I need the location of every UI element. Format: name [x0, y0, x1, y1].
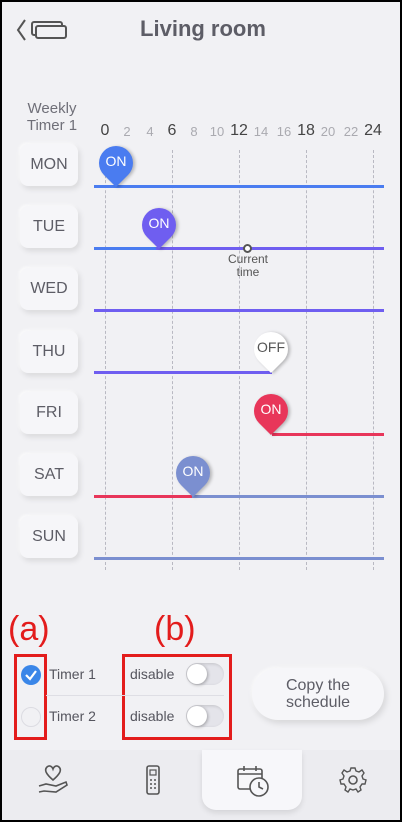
current-time-label: Current time: [218, 253, 278, 279]
timer1-checkbox[interactable]: [21, 665, 41, 685]
timeline-tue-b: [156, 247, 384, 250]
row-divider: [46, 695, 224, 696]
grid-line: [239, 150, 240, 570]
event-label: OFF: [257, 339, 285, 355]
copy-schedule-button[interactable]: Copy the schedule: [252, 668, 384, 720]
day-button-wed[interactable]: WED: [20, 268, 78, 310]
tab-settings[interactable]: [302, 750, 400, 810]
checkmark-icon: [25, 670, 37, 681]
copy-schedule-line1: Copy the: [285, 677, 351, 694]
event-label: ON: [260, 401, 282, 417]
tab-schedule[interactable]: [202, 750, 302, 810]
timeline-sat-b: [192, 495, 384, 498]
day-button-fri[interactable]: FRI: [20, 392, 78, 434]
remote-control-icon: [146, 765, 160, 795]
timer2-label: Timer 2: [49, 708, 96, 724]
timeline-thu: [94, 371, 272, 374]
current-time-label-line2: time: [236, 265, 260, 279]
timeline-tue-a: [94, 247, 156, 250]
timeline-sun: [94, 557, 384, 560]
page-title: Living room: [140, 16, 266, 41]
timeline-fri: [272, 433, 384, 436]
day-button-sun[interactable]: SUN: [20, 516, 78, 558]
timer1-toggle[interactable]: [186, 663, 224, 685]
grid-line: [373, 150, 374, 570]
day-button-mon[interactable]: MON: [20, 144, 78, 186]
hour-label: 24: [364, 122, 382, 139]
timer2-toggle[interactable]: [186, 705, 224, 727]
annotation-a: (a): [8, 610, 50, 648]
day-button-sat[interactable]: SAT: [20, 454, 78, 496]
day-button-thu[interactable]: THU: [20, 331, 78, 373]
timer2-checkbox[interactable]: [21, 707, 41, 727]
grid-line: [105, 150, 106, 570]
timeline-wed: [94, 309, 384, 312]
grid-line: [306, 150, 307, 570]
app-screen: Living room Weekly Timer 1 0 2 4 6 8 10 …: [0, 0, 402, 822]
event-label: ON: [105, 153, 127, 169]
schedule-clock-icon: [237, 766, 269, 797]
tab-remote[interactable]: [102, 750, 202, 810]
schedule-label: Weekly Timer 1: [18, 100, 86, 134]
tab-favorites[interactable]: [2, 750, 102, 810]
heart-hand-icon: [38, 765, 68, 793]
gear-icon: [339, 767, 367, 793]
timer2-toggle-label: disable: [130, 708, 175, 724]
copy-schedule-line2: schedule: [285, 694, 351, 711]
timer1-toggle-label: disable: [130, 666, 175, 682]
schedule-label-line2: Timer 1: [26, 117, 78, 134]
event-label: ON: [182, 463, 204, 479]
timer1-label: Timer 1: [49, 666, 96, 682]
toggle-knob: [187, 706, 207, 726]
timeline-mon: [94, 185, 384, 188]
event-label: ON: [148, 215, 170, 231]
schedule-label-line1: Weekly: [27, 100, 77, 117]
toggle-knob: [187, 664, 207, 684]
day-button-tue[interactable]: TUE: [20, 206, 78, 248]
annotation-b: (b): [154, 610, 196, 648]
timeline-sat-a: [94, 495, 192, 498]
bottom-tab-bar: [2, 750, 400, 820]
